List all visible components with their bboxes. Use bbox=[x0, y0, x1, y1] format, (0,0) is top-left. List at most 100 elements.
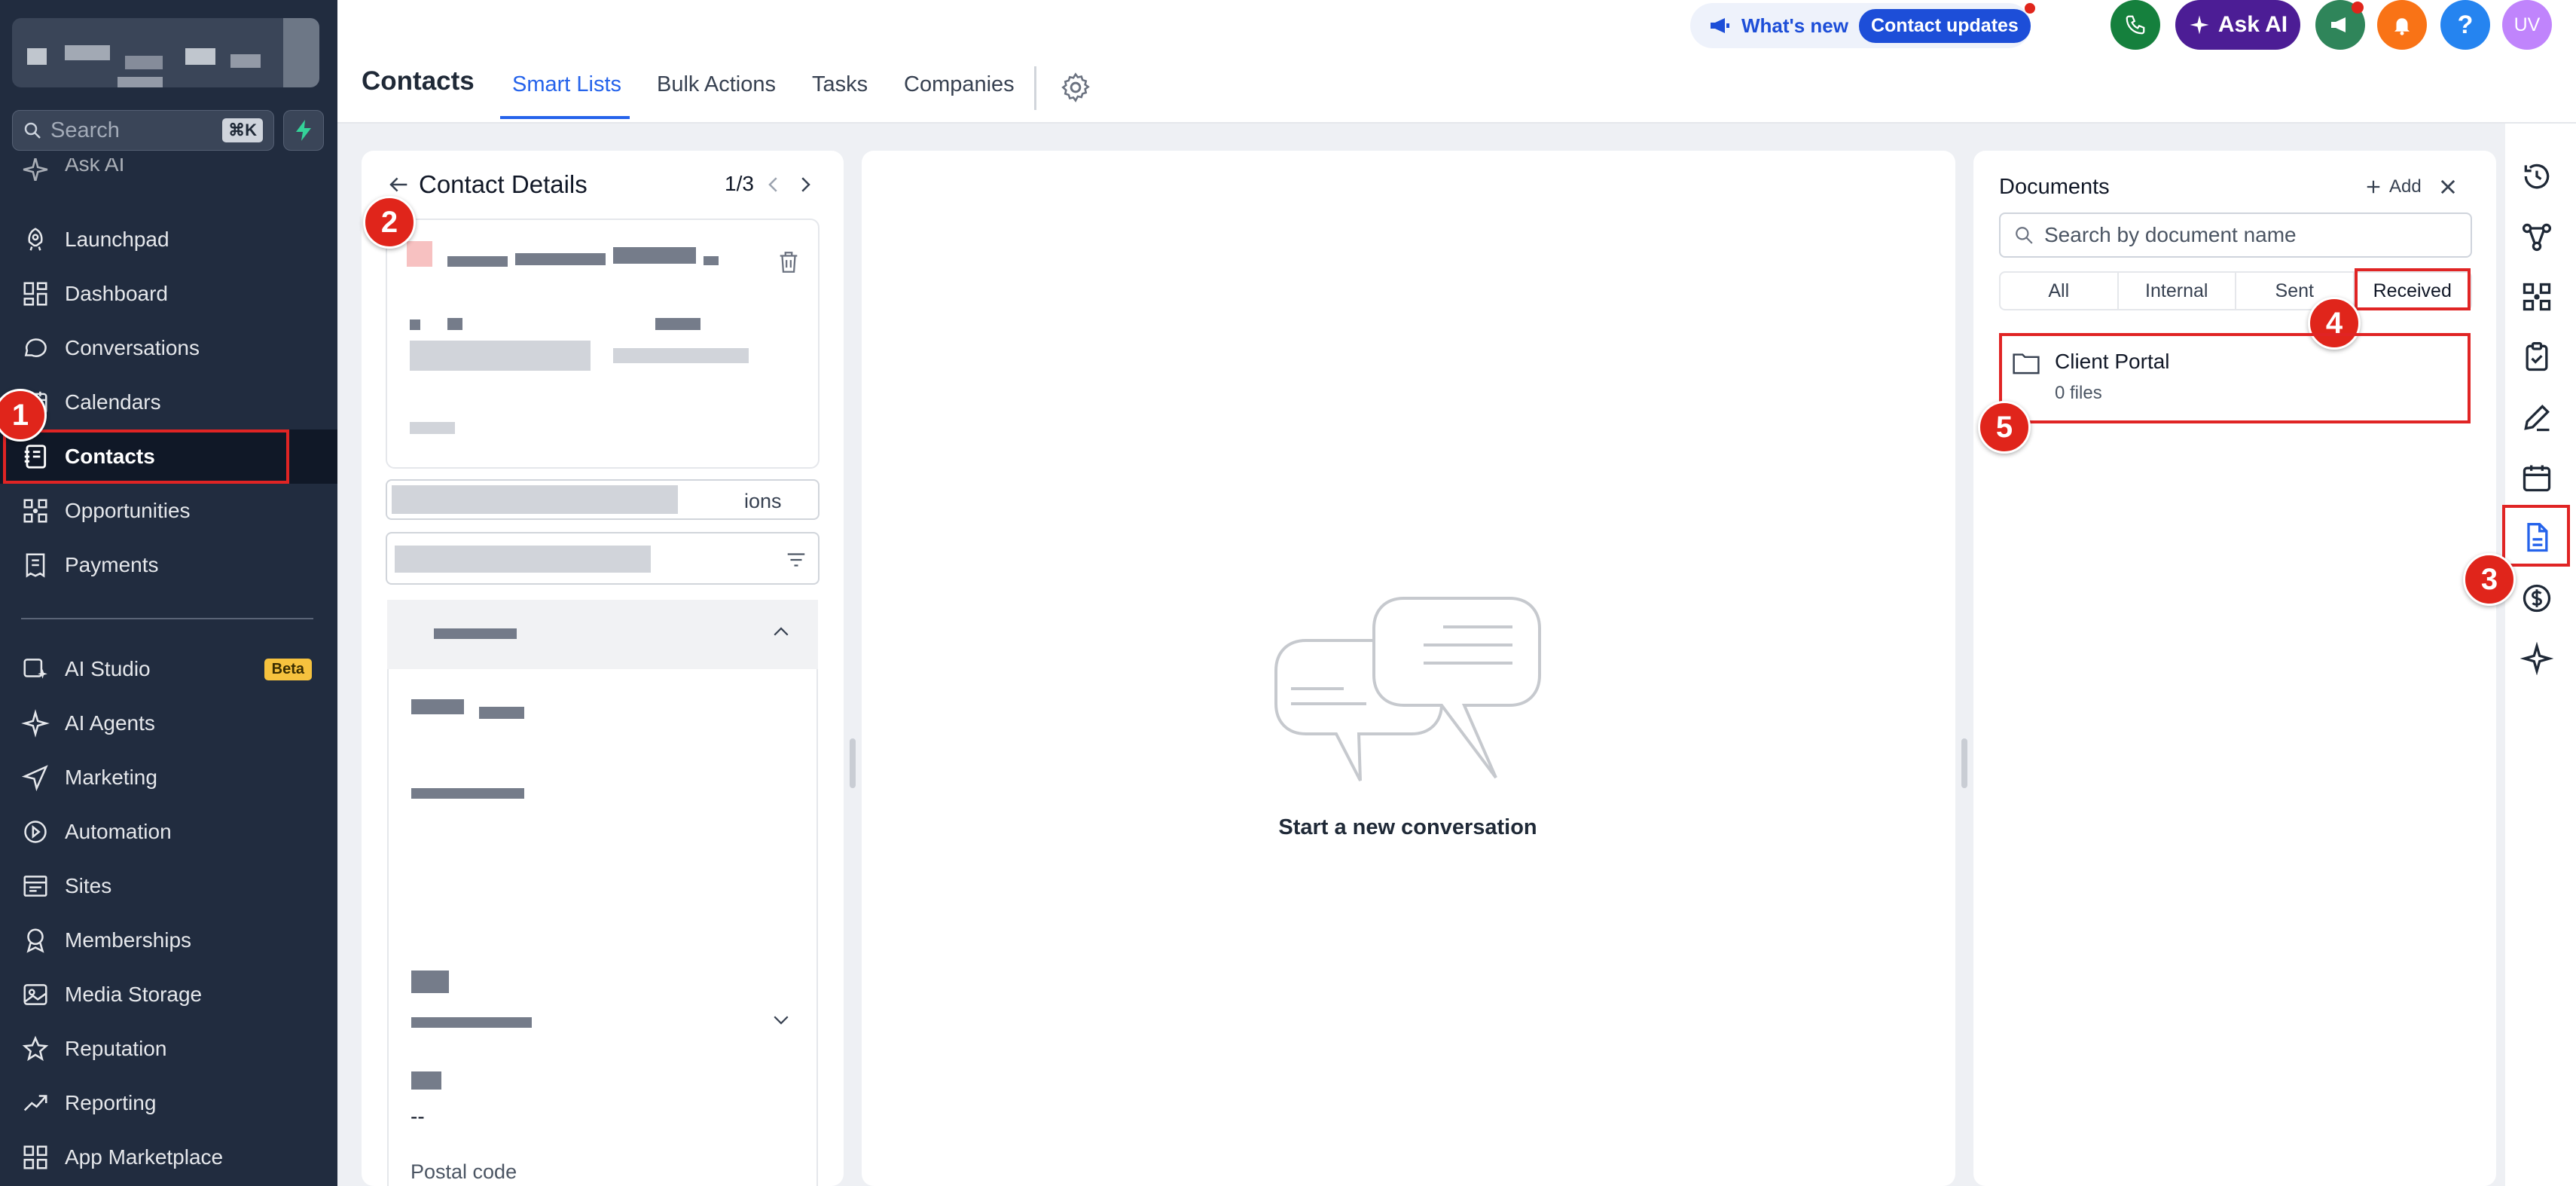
sites-icon bbox=[23, 876, 47, 897]
redacted-field bbox=[411, 1071, 441, 1090]
sidebar-item-label: Media Storage bbox=[65, 983, 203, 1006]
sidebar: Search ⌘K Ask AI Launchpad Dashboard Conve… bbox=[0, 0, 337, 1186]
opportunities-icon bbox=[2523, 283, 2551, 311]
sidebar-item-launchpad[interactable]: Launchpad bbox=[0, 212, 337, 267]
annotation-badge-5: 5 bbox=[1978, 401, 2031, 454]
redacted-name bbox=[515, 253, 606, 265]
sidebar-item-label: AI Agents bbox=[65, 711, 155, 735]
automation-icon bbox=[24, 821, 47, 843]
filter-icon[interactable] bbox=[785, 549, 807, 571]
tab-bulk-actions[interactable]: Bulk Actions bbox=[657, 72, 776, 97]
sparkle-icon bbox=[2190, 15, 2209, 35]
user-avatar[interactable]: UV bbox=[2502, 0, 2552, 50]
redacted-field bbox=[410, 341, 591, 371]
phone-button[interactable] bbox=[2111, 0, 2160, 50]
sidebar-item-label: Opportunities bbox=[65, 499, 191, 522]
previous-contact-button[interactable] bbox=[762, 173, 785, 200]
filter-all[interactable]: All bbox=[2001, 273, 2119, 309]
redacted-field bbox=[392, 485, 678, 514]
next-contact-button[interactable] bbox=[794, 173, 816, 200]
rail-appointments-button[interactable] bbox=[2519, 460, 2555, 496]
chevron-down-icon[interactable] bbox=[770, 1008, 792, 1031]
sidebar-item-label: Marketing bbox=[65, 766, 157, 789]
chat-icon bbox=[24, 338, 47, 357]
redacted-field bbox=[410, 319, 420, 330]
sidebar-item-conversations[interactable]: Conversations bbox=[0, 321, 337, 375]
rail-activity-button[interactable] bbox=[2519, 158, 2555, 194]
resize-handle[interactable] bbox=[1961, 738, 1967, 788]
apps-icon bbox=[23, 1145, 47, 1169]
sidebar-item-dashboard[interactable]: Dashboard bbox=[0, 267, 337, 321]
sidebar-item-label: Sites bbox=[65, 874, 112, 897]
document-search-input[interactable]: Search by document name bbox=[1999, 212, 2472, 258]
arrow-left-icon bbox=[389, 177, 407, 192]
search-placeholder: Search bbox=[50, 118, 120, 142]
account-switcher[interactable] bbox=[12, 18, 319, 87]
calendar-icon bbox=[2523, 465, 2551, 492]
annotation-badge-3: 3 bbox=[2463, 553, 2516, 606]
filter-internal[interactable]: Internal bbox=[2119, 273, 2236, 309]
rail-ai-button[interactable] bbox=[2519, 640, 2555, 677]
add-document-button[interactable]: Add bbox=[2365, 176, 2422, 197]
redacted-name bbox=[613, 247, 696, 264]
beta-badge: Beta bbox=[264, 658, 312, 680]
redacted-name bbox=[704, 256, 719, 265]
phone-icon bbox=[2126, 15, 2145, 35]
sidebar-item-reputation[interactable]: Reputation bbox=[0, 1022, 337, 1076]
sidebar-item-label: Reporting bbox=[65, 1091, 157, 1114]
field-empty-value: -- bbox=[411, 1105, 425, 1128]
rail-workflow-button[interactable] bbox=[2519, 219, 2555, 255]
add-document-label: Add bbox=[2389, 176, 2422, 197]
sidebar-search[interactable]: Search ⌘K bbox=[12, 110, 274, 151]
sidebar-item-automation[interactable]: Automation bbox=[0, 805, 337, 859]
sidebar-item-ai-agents[interactable]: AI Agents bbox=[0, 696, 337, 750]
rail-tasks-button[interactable] bbox=[2519, 339, 2555, 375]
trash-icon[interactable] bbox=[776, 249, 801, 276]
bell-icon bbox=[2394, 18, 2410, 35]
notifications-button[interactable] bbox=[2377, 0, 2427, 50]
field-search-input[interactable] bbox=[386, 532, 819, 585]
contact-section-header[interactable] bbox=[387, 600, 818, 669]
rocket-icon bbox=[28, 228, 43, 251]
sidebar-item-app-marketplace[interactable]: App Marketplace bbox=[0, 1130, 337, 1184]
close-documents-button[interactable] bbox=[2437, 176, 2458, 201]
send-icon bbox=[21, 765, 48, 792]
rail-payments-button[interactable] bbox=[2519, 580, 2555, 616]
sidebar-item-media-storage[interactable]: Media Storage bbox=[0, 967, 337, 1022]
contact-actions-bar[interactable]: ions bbox=[386, 479, 819, 520]
sidebar-item-ai-studio[interactable]: AI Studio Beta bbox=[0, 642, 337, 696]
chevron-left-icon bbox=[768, 177, 777, 192]
sidebar-item-marketing[interactable]: Marketing bbox=[0, 750, 337, 805]
sidebar-item-sites[interactable]: Sites bbox=[0, 859, 337, 913]
sidebar-item-label: Memberships bbox=[65, 928, 192, 952]
sidebar-item-reporting[interactable]: Reporting bbox=[0, 1076, 337, 1130]
search-icon bbox=[24, 122, 41, 139]
tab-companies[interactable]: Companies bbox=[904, 72, 1015, 97]
announcements-button[interactable] bbox=[2315, 0, 2365, 50]
rail-opportunities-button[interactable] bbox=[2519, 279, 2555, 315]
contact-avatar bbox=[407, 241, 432, 267]
help-button[interactable]: ? bbox=[2440, 0, 2490, 50]
settings-button[interactable] bbox=[1059, 71, 1092, 108]
sidebar-item-ask-ai[interactable]: Ask AI bbox=[0, 158, 337, 181]
image-icon bbox=[23, 984, 47, 1005]
redacted-field bbox=[410, 422, 455, 434]
sidebar-item-payments[interactable]: Payments bbox=[0, 538, 337, 592]
tab-tasks[interactable]: Tasks bbox=[812, 72, 868, 97]
sidebar-item-memberships[interactable]: Memberships bbox=[0, 913, 337, 967]
redacted-field bbox=[395, 546, 651, 573]
toolbar-separator bbox=[1034, 66, 1036, 110]
sidebar-item-label: Automation bbox=[65, 820, 172, 843]
rail-notes-button[interactable] bbox=[2519, 399, 2555, 436]
tab-smart-lists[interactable]: Smart Lists bbox=[512, 72, 621, 97]
chevron-right-icon bbox=[801, 177, 810, 192]
search-shortcut: ⌘K bbox=[222, 118, 263, 142]
quick-action-button[interactable] bbox=[283, 110, 324, 151]
sidebar-item-label: Launchpad bbox=[65, 228, 169, 251]
ask-ai-button[interactable]: Ask AI bbox=[2175, 0, 2300, 50]
contact-updates-button[interactable]: Contact updates bbox=[1858, 2, 2035, 43]
resize-handle[interactable] bbox=[850, 738, 856, 788]
whats-new-bar[interactable]: What's new Contact updates bbox=[1690, 2, 2035, 48]
sidebar-item-opportunities[interactable]: Opportunities bbox=[0, 484, 337, 538]
sidebar-item-calendars[interactable]: Calendars bbox=[0, 375, 337, 429]
